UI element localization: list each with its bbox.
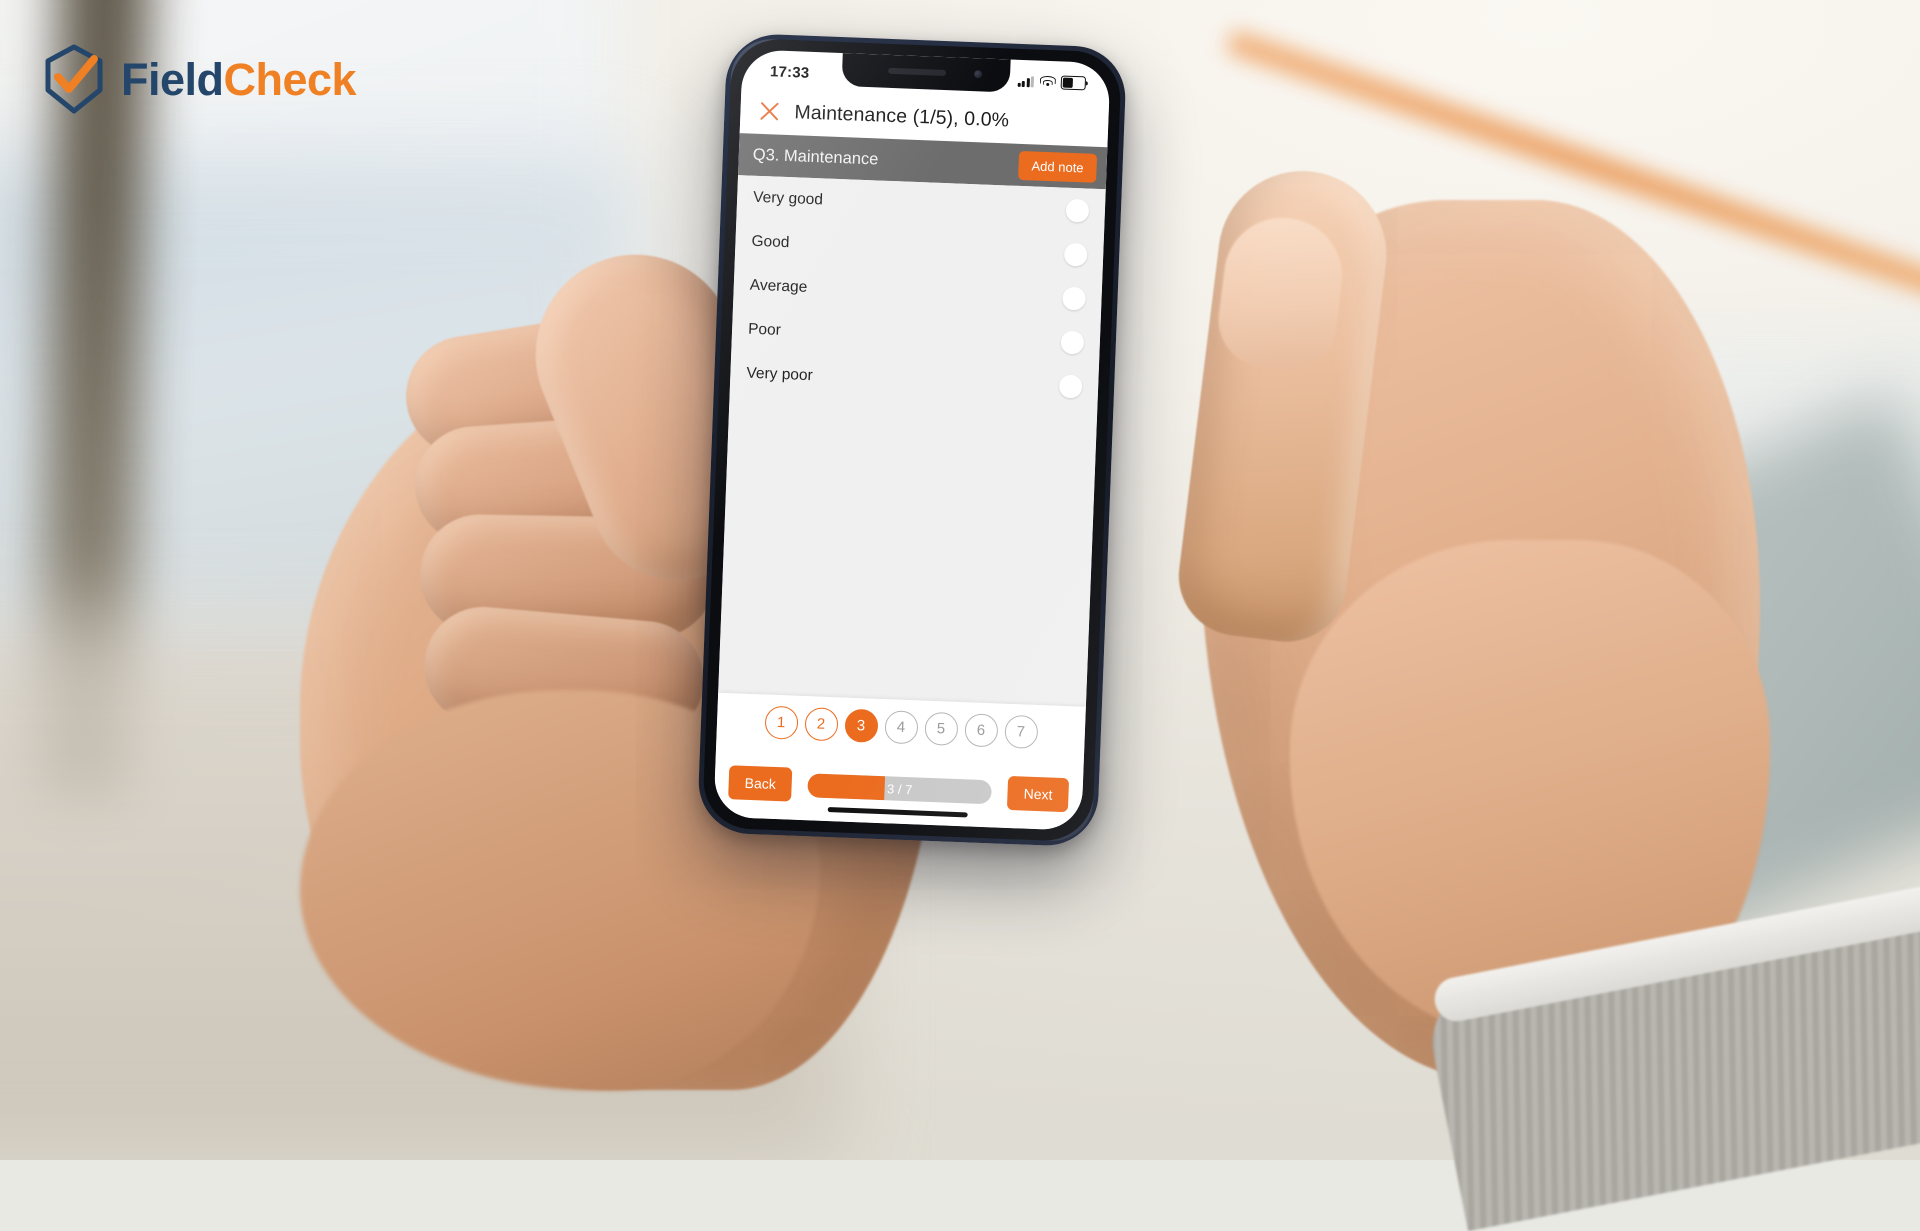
pagination-dot[interactable]: 1 <box>763 705 799 740</box>
question-label: Q3. Maintenance <box>752 145 879 168</box>
next-button[interactable]: Next <box>1007 775 1070 813</box>
pagination-dot[interactable]: 6 <box>963 712 999 747</box>
cellular-signal-icon <box>1017 75 1035 87</box>
footer-nav: Back 3 / 7 Next <box>713 746 1084 831</box>
pagination-dot[interactable]: 7 <box>1003 714 1039 749</box>
answer-option-label: Very poor <box>746 364 814 385</box>
progress-bar: 3 / 7 <box>807 773 993 805</box>
status-clock: 17:33 <box>769 62 810 82</box>
answer-option-radio[interactable] <box>1065 198 1090 223</box>
answer-option-radio[interactable] <box>1062 286 1086 311</box>
answer-option-label: Good <box>751 232 790 252</box>
answer-option-radio[interactable] <box>1063 242 1088 267</box>
pagination-dot[interactable]: 3 <box>843 708 879 743</box>
answer-options-list: Very good Good Average Poor Very poor <box>718 175 1106 707</box>
status-icons <box>1017 74 1087 91</box>
phone-screen: 17:33 Maintenance (1/5), 0.0% Q3. Mainte… <box>713 49 1111 831</box>
pagination-dot[interactable]: 5 <box>923 711 959 746</box>
hexagon-shield-check-icon <box>45 44 103 114</box>
add-note-button[interactable]: Add note <box>1018 150 1098 183</box>
phone-frame: 17:33 Maintenance (1/5), 0.0% Q3. Mainte… <box>696 32 1128 848</box>
brand-name-part1: Field <box>121 53 224 105</box>
pagination-dot[interactable]: 2 <box>803 706 839 741</box>
close-x-icon[interactable] <box>756 98 783 125</box>
wifi-icon <box>1039 75 1056 89</box>
progress-bar-label: 3 / 7 <box>886 780 913 797</box>
fieldcheck-logo: FieldCheck <box>42 44 357 114</box>
page-title: Maintenance (1/5), 0.0% <box>794 100 1010 131</box>
answer-option-label: Average <box>749 276 808 296</box>
answer-option-label: Poor <box>747 320 782 339</box>
brand-name-part2: Check <box>223 53 357 105</box>
back-button[interactable]: Back <box>728 765 793 802</box>
smartphone: 17:33 Maintenance (1/5), 0.0% Q3. Mainte… <box>696 32 1128 848</box>
battery-icon <box>1060 75 1087 91</box>
phone-bezel: 17:33 Maintenance (1/5), 0.0% Q3. Mainte… <box>701 37 1123 843</box>
pagination-dot[interactable]: 4 <box>883 709 919 744</box>
answer-option-label: Very good <box>752 188 824 209</box>
answer-option-radio[interactable] <box>1058 374 1083 398</box>
brand-name: FieldCheck <box>121 53 357 105</box>
answer-option-radio[interactable] <box>1060 330 1085 355</box>
